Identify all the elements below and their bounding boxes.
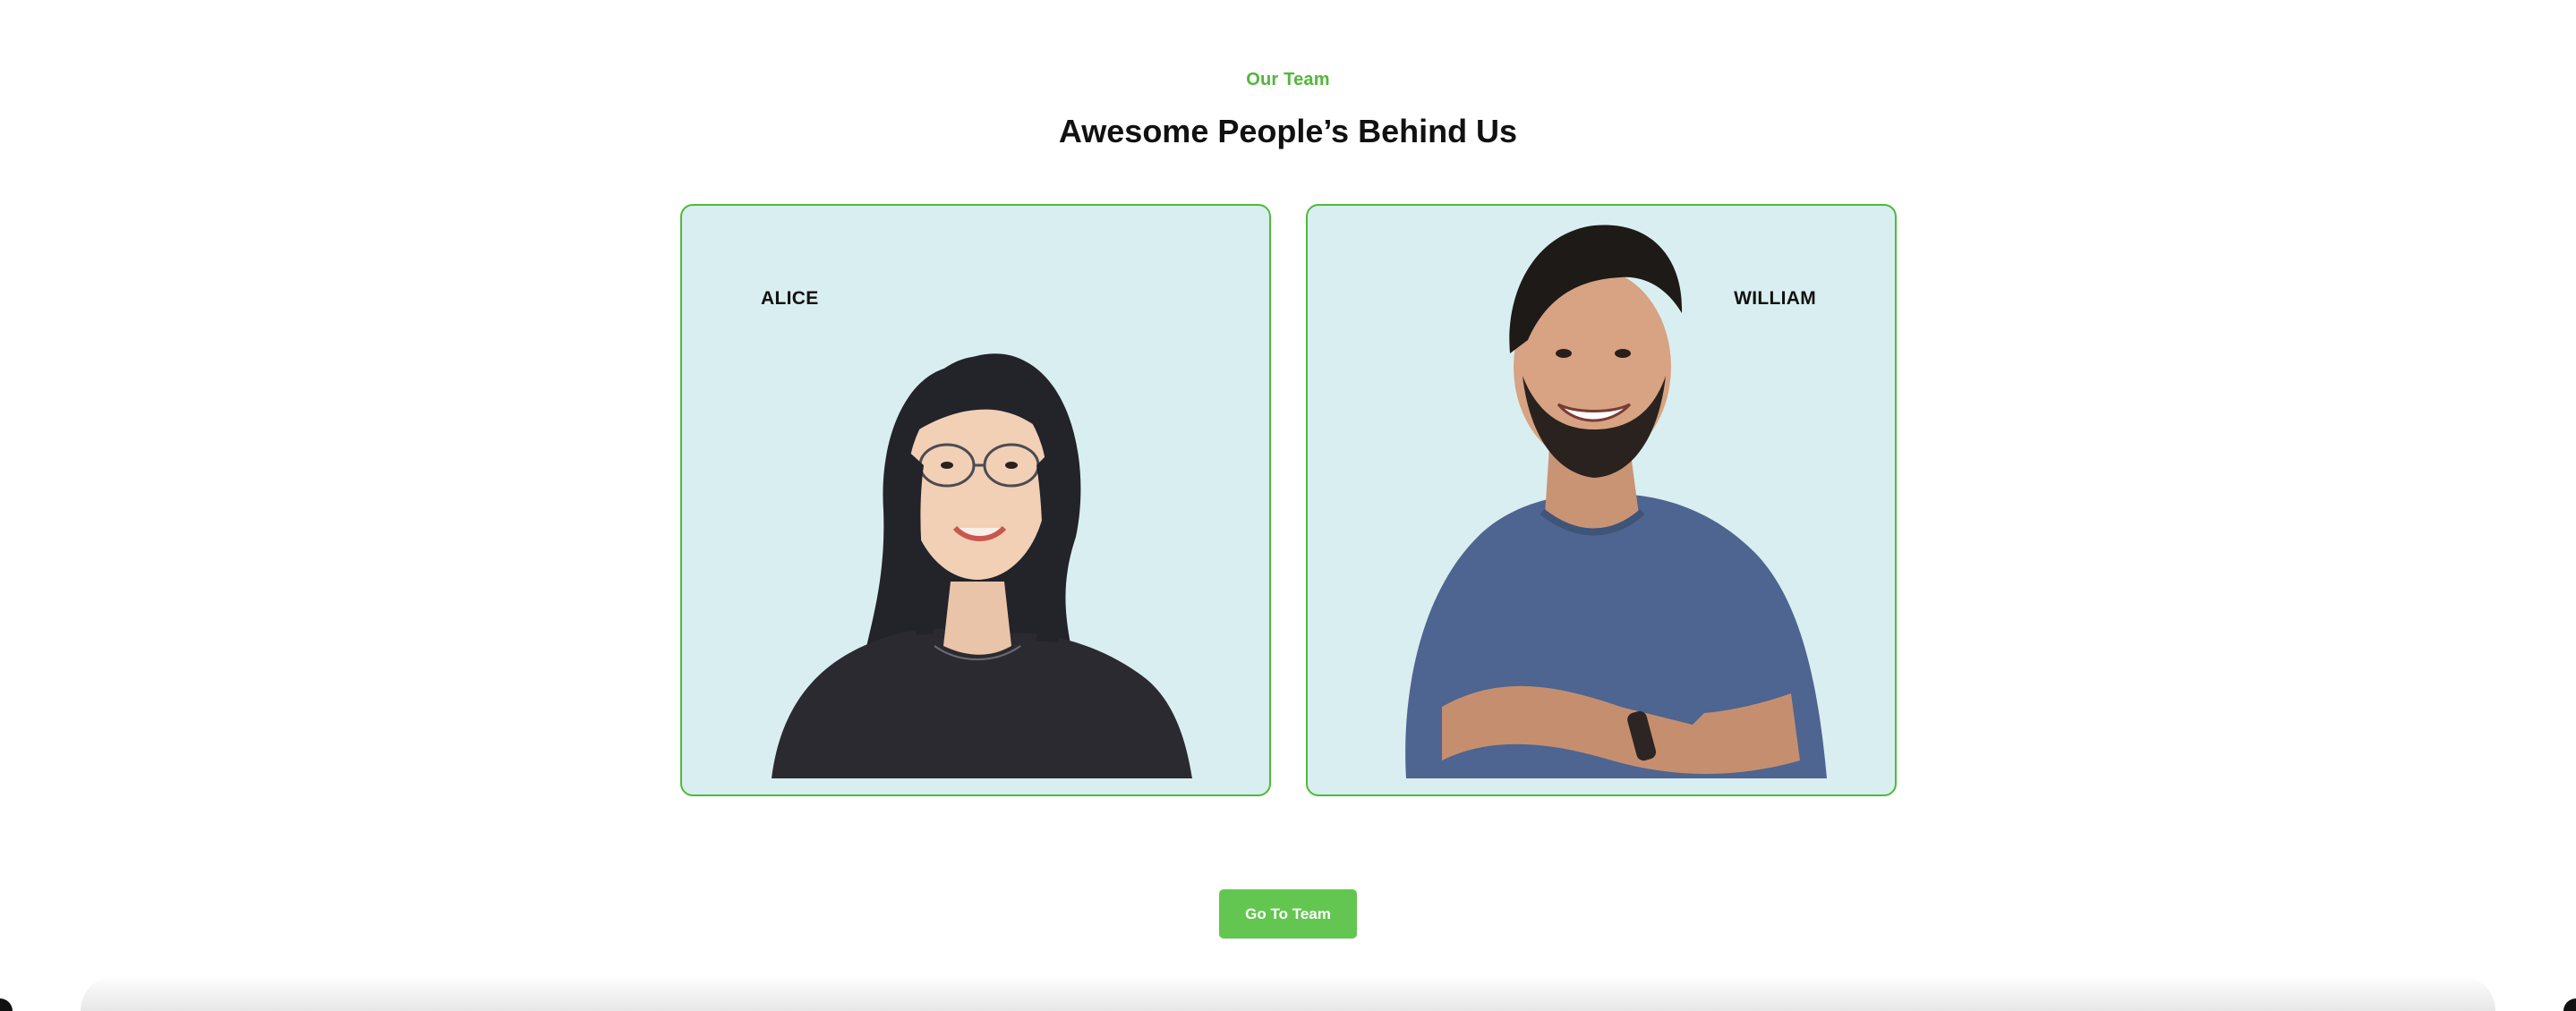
team-section: Our Team Awesome People’s Behind Us ALIC…: [0, 0, 2576, 1011]
right-corner: [2563, 998, 2576, 1011]
team-member-name: WILLIAM: [1734, 288, 1816, 309]
left-corner: [0, 998, 13, 1011]
team-card-alice[interactable]: ALICE: [680, 204, 1271, 796]
go-to-team-button[interactable]: Go To Team: [1219, 889, 1357, 939]
section-eyebrow: Our Team: [1246, 70, 1330, 89]
next-section-edge: [81, 975, 2495, 1011]
team-card-william[interactable]: WILLIAM: [1306, 204, 1897, 796]
team-member-name: ALICE: [761, 288, 819, 309]
section-heading: Awesome People’s Behind Us: [1058, 113, 1518, 149]
